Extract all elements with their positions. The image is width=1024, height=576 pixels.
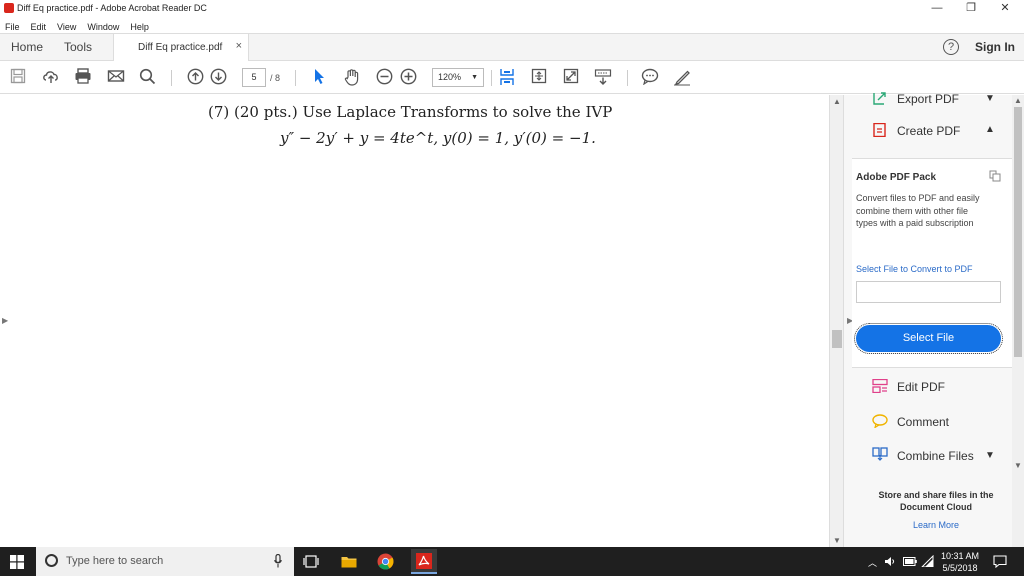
keyboard-scroll-icon[interactable]: [594, 68, 612, 88]
combine-files-icon: [872, 447, 888, 461]
edit-pdf-icon: [872, 379, 888, 393]
close-window-button[interactable]: ✕: [988, 0, 1022, 17]
zoom-level-value: 120%: [438, 72, 462, 82]
learn-more-link[interactable]: Learn More: [866, 520, 1006, 530]
toolbar-divider: [295, 70, 296, 86]
export-pdf-label[interactable]: Export PDF: [897, 92, 959, 106]
create-pdf-icon: [873, 123, 886, 137]
page-view-icon[interactable]: [531, 68, 547, 88]
page-number-input[interactable]: 5: [242, 68, 266, 87]
pen-sign-icon[interactable]: [673, 68, 691, 88]
toolbar-divider: [627, 70, 628, 86]
chrome-icon[interactable]: [377, 553, 394, 570]
sign-in-link[interactable]: Sign In: [975, 40, 1015, 54]
comment-icon[interactable]: [641, 68, 659, 88]
help-icon[interactable]: ?: [943, 39, 959, 55]
scrollbar-thumb[interactable]: [1014, 107, 1022, 357]
document-cloud-text: Store and share files in the Document Cl…: [878, 490, 994, 512]
restore-button[interactable]: ❐: [954, 0, 988, 17]
chevron-down-icon: ▼: [471, 74, 478, 81]
document-viewport[interactable]: ▶ (7) (20 pts.) Use Laplace Transforms t…: [0, 95, 829, 547]
select-cursor-icon[interactable]: [312, 68, 326, 88]
taskbar-search-box[interactable]: Type here to search: [36, 547, 294, 576]
scrollbar-thumb[interactable]: [832, 330, 842, 348]
edit-pdf-label[interactable]: Edit PDF: [897, 380, 945, 394]
microphone-icon[interactable]: [274, 554, 282, 568]
clock-time: 10:31 AM: [940, 551, 980, 561]
acrobat-app-icon: [4, 3, 14, 13]
notifications-icon[interactable]: [993, 555, 1007, 568]
toolbar-divider: [171, 70, 172, 86]
pdf-pack-title: Adobe PDF Pack: [856, 172, 937, 183]
document-scrollbar[interactable]: ▲ ▼: [829, 95, 843, 547]
tab-tools[interactable]: Tools: [64, 34, 92, 61]
tools-pane-scrollbar[interactable]: ▲ ▼: [1012, 95, 1024, 547]
search-icon[interactable]: [139, 68, 156, 88]
acrobat-taskbar-icon: [416, 553, 432, 569]
windows-start-icon[interactable]: [10, 555, 24, 569]
windows-taskbar: Type here to search ︿ 10:31 AM 5/5/2018: [0, 547, 1024, 576]
expand-left-panel-icon[interactable]: ▶: [2, 316, 8, 325]
volume-icon[interactable]: [884, 556, 896, 567]
previous-page-icon[interactable]: [187, 68, 204, 88]
tab-home[interactable]: Home: [11, 34, 43, 61]
toolbar-divider: [491, 70, 492, 86]
tab-document[interactable]: Diff Eq practice.pdf ×: [113, 34, 249, 61]
copy-files-icon: [989, 170, 1001, 182]
scroll-down-icon[interactable]: ▼: [833, 536, 841, 545]
zoom-in-icon[interactable]: [400, 68, 417, 88]
next-page-icon[interactable]: [210, 68, 227, 88]
tab-bar: Home Tools Diff Eq practice.pdf × ? Sign…: [0, 33, 1024, 61]
task-view-icon[interactable]: [303, 555, 319, 568]
chevron-down-icon[interactable]: ▼: [985, 93, 995, 104]
show-hidden-icons-icon[interactable]: ︿: [868, 556, 877, 569]
pdf-pack-description: Convert files to PDF and easily combine …: [856, 193, 980, 228]
close-tab-icon[interactable]: ×: [236, 40, 242, 52]
comment-label[interactable]: Comment: [897, 415, 949, 429]
file-explorer-icon[interactable]: [341, 555, 357, 568]
cloud-upload-icon[interactable]: [42, 68, 60, 88]
create-pdf-label[interactable]: Create PDF: [897, 124, 960, 138]
zoom-out-icon[interactable]: [376, 68, 393, 88]
select-file-to-convert-link[interactable]: Select File to Convert to PDF: [856, 264, 973, 274]
chevron-up-icon[interactable]: ▲: [985, 124, 995, 135]
hand-tool-icon[interactable]: [343, 68, 361, 88]
window-title: Diff Eq practice.pdf - Adobe Acrobat Rea…: [17, 3, 207, 13]
save-icon[interactable]: [10, 68, 26, 88]
scroll-down-icon[interactable]: ▼: [1014, 461, 1022, 470]
zoom-level-select[interactable]: 120% ▼: [432, 68, 484, 87]
tools-pane: ▶ Export PDF ▼ Create PDF ▲ Adobe PDF Pa…: [843, 92, 1024, 547]
select-file-button[interactable]: Select File: [854, 323, 1003, 354]
acrobat-taskbar-button[interactable]: [411, 549, 437, 574]
minimize-button[interactable]: —: [920, 0, 954, 17]
email-icon[interactable]: [107, 68, 125, 88]
title-bar: Diff Eq practice.pdf - Adobe Acrobat Rea…: [0, 0, 1024, 17]
fit-page-icon[interactable]: [499, 68, 515, 88]
page-total: / 8: [270, 73, 281, 83]
toolbar: 5 / 8 120% ▼: [0, 62, 1024, 94]
problem-statement: (7) (20 pts.) Use Laplace Transforms to …: [208, 103, 613, 121]
chevron-down-icon[interactable]: ▼: [985, 450, 995, 461]
ivp-equation: y″ − 2y′ + y = 4te^t, y(0) = 1, y′(0) = …: [280, 129, 596, 147]
cortana-icon: [45, 554, 58, 567]
system-clock[interactable]: 10:31 AM 5/5/2018: [930, 550, 990, 574]
clock-date: 5/5/2018: [942, 563, 978, 573]
full-screen-icon[interactable]: [563, 68, 579, 88]
comment-tool-icon: [872, 414, 888, 428]
document-tab-label: Diff Eq practice.pdf: [138, 42, 223, 53]
search-placeholder: Type here to search: [66, 555, 164, 567]
acrobat-window: Diff Eq practice.pdf - Adobe Acrobat Rea…: [0, 0, 1024, 576]
file-select-field[interactable]: [856, 281, 1001, 303]
combine-files-label[interactable]: Combine Files: [897, 449, 974, 463]
menu-bar: File Edit View Window Help: [0, 17, 1024, 33]
scroll-up-icon[interactable]: ▲: [1014, 96, 1022, 105]
print-icon[interactable]: [74, 68, 92, 88]
scroll-up-icon[interactable]: ▲: [833, 97, 841, 106]
export-pdf-icon: [873, 92, 886, 105]
battery-icon[interactable]: [903, 557, 917, 566]
